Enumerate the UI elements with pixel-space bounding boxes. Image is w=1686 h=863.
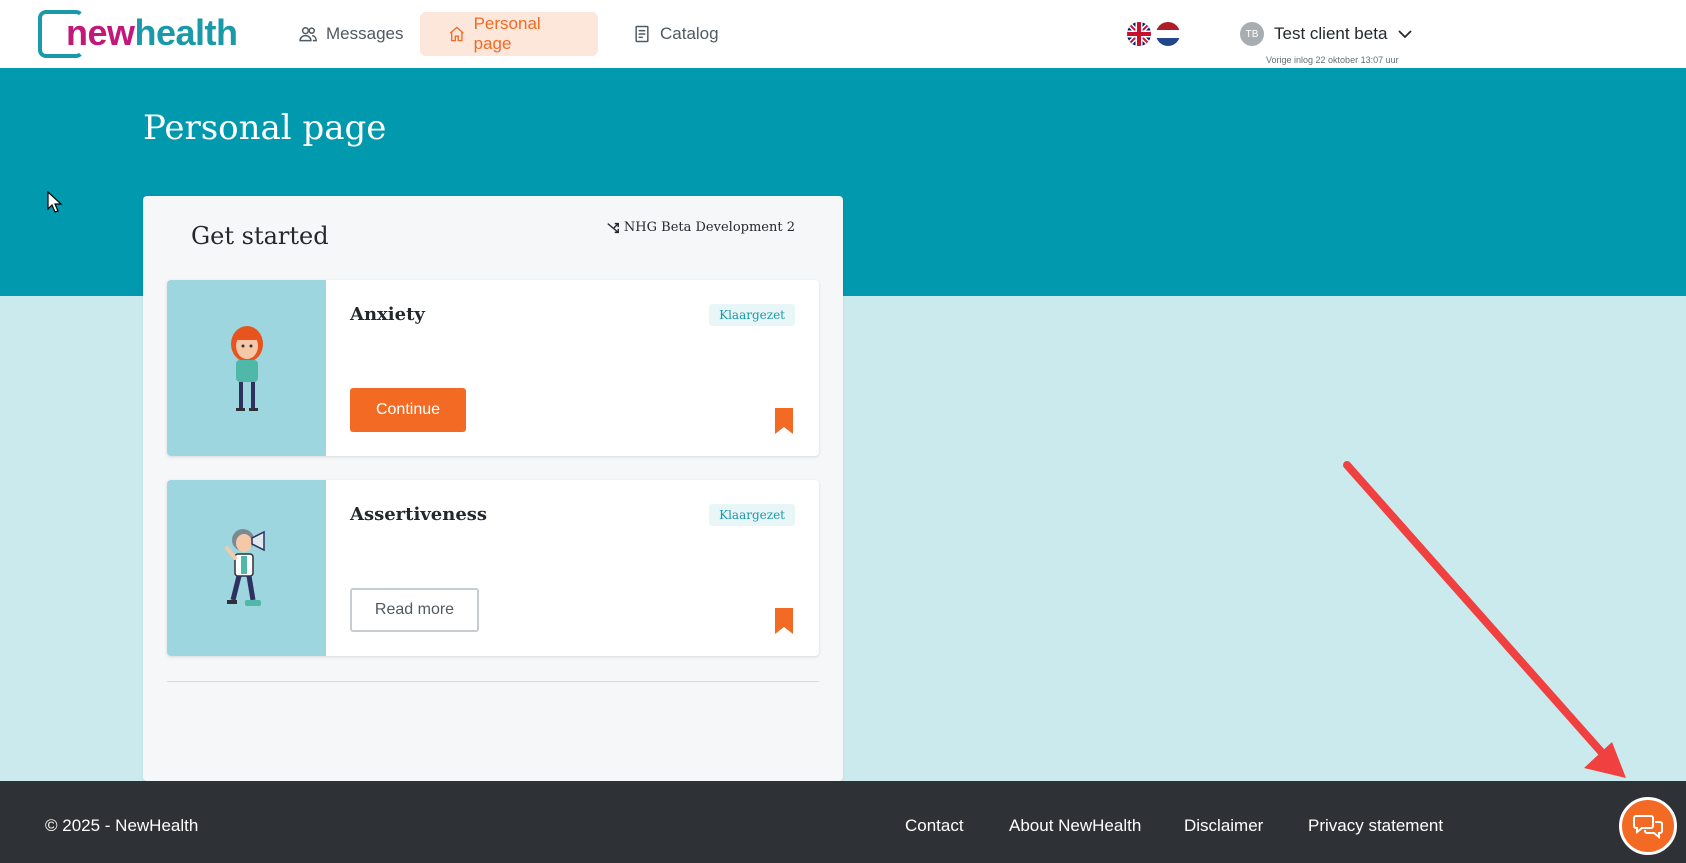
- book-icon: [635, 25, 649, 43]
- read-more-button[interactable]: Read more: [350, 588, 479, 632]
- course-card-assertiveness[interactable]: Assertiveness Klaargezet Read more: [167, 480, 819, 656]
- person-illustration-icon: [231, 326, 263, 411]
- person-megaphone-illustration-icon: [225, 529, 265, 606]
- bookmark-icon[interactable]: [775, 608, 793, 634]
- chat-bubbles-icon: [1633, 815, 1663, 840]
- nav-catalog-label: Catalog: [660, 24, 719, 43]
- user-name: Test client beta: [1274, 24, 1388, 43]
- footer-link-privacy[interactable]: Privacy statement: [1308, 816, 1443, 836]
- course-card-anxiety[interactable]: Anxiety Klaargezet Continue: [167, 280, 819, 456]
- course-title: Assertiveness: [350, 504, 488, 525]
- mouse-cursor-icon: [47, 191, 63, 213]
- status-badge: Klaargezet: [709, 504, 795, 526]
- top-navigation-bar: newhealth Messages Personal page Catalog…: [0, 0, 1686, 68]
- footer-link-disclaimer[interactable]: Disclaimer: [1184, 816, 1263, 836]
- nav-messages[interactable]: Messages: [270, 12, 431, 56]
- chat-button[interactable]: [1619, 797, 1677, 855]
- continue-button[interactable]: Continue: [350, 388, 466, 432]
- avatar: TB: [1240, 22, 1264, 46]
- newhealth-logo[interactable]: newhealth: [38, 10, 238, 58]
- uk-flag-icon[interactable]: [1127, 22, 1151, 46]
- last-login-text: Vorige inlog 22 oktober 13:07 uur: [1266, 55, 1399, 65]
- course-image: [167, 280, 326, 456]
- nl-flag-icon[interactable]: [1156, 22, 1180, 46]
- nav-messages-label: Messages: [326, 24, 404, 43]
- bookmark-icon[interactable]: [775, 408, 793, 434]
- get-started-panel: Get started NHG Beta Development 2 Anxie…: [143, 196, 843, 781]
- logo-text: newhealth: [66, 12, 238, 53]
- footer-link-contact[interactable]: Contact: [905, 816, 964, 836]
- organization-switcher[interactable]: NHG Beta Development 2: [606, 220, 795, 235]
- status-badge: Klaargezet: [709, 304, 795, 326]
- nav-personal-page-label: Personal page: [473, 14, 541, 53]
- shuffle-icon: [607, 222, 619, 233]
- footer: © 2025 - NewHealth Contact About NewHeal…: [0, 781, 1686, 863]
- nav-personal-page[interactable]: Personal page: [420, 12, 598, 56]
- user-menu[interactable]: TB Test client beta: [1240, 22, 1413, 46]
- nav-catalog[interactable]: Catalog: [604, 12, 747, 56]
- page-title: Personal page: [143, 108, 387, 148]
- organization-name: NHG Beta Development 2: [623, 220, 795, 235]
- footer-link-about[interactable]: About NewHealth: [1009, 816, 1141, 836]
- users-icon: [299, 27, 317, 42]
- chevron-down-icon: [1398, 30, 1413, 39]
- course-image: [167, 480, 326, 656]
- course-title: Anxiety: [350, 304, 425, 325]
- divider: [167, 681, 819, 682]
- panel-title: Get started: [191, 222, 329, 250]
- copyright-text: © 2025 - NewHealth: [45, 816, 199, 835]
- home-icon: [449, 26, 464, 42]
